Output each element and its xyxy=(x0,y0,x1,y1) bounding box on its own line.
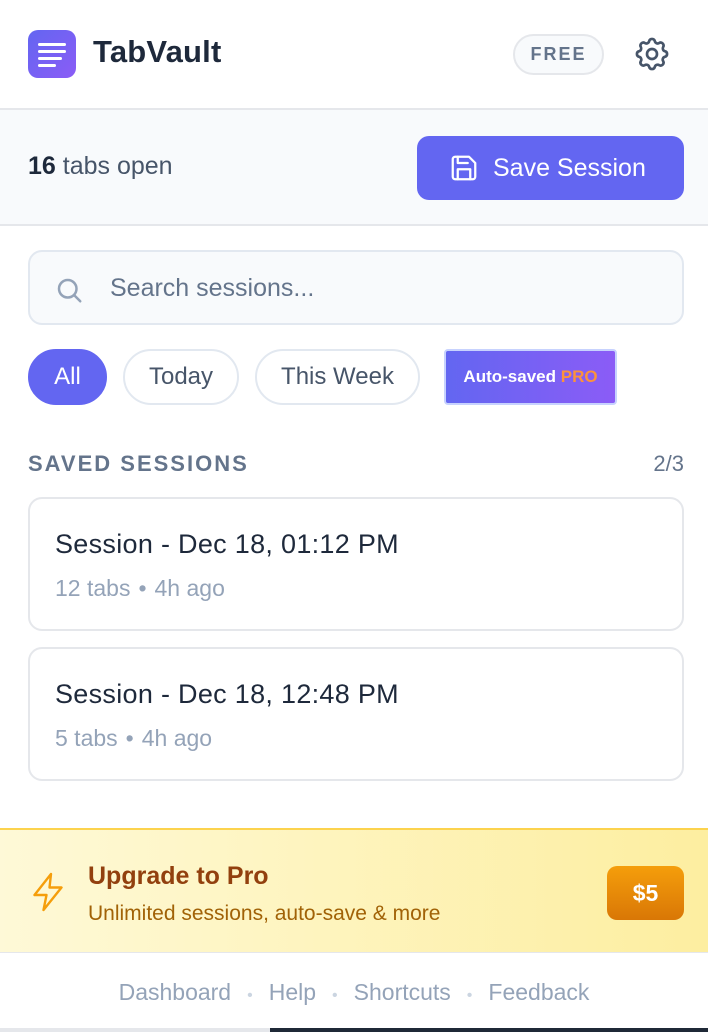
filter-this-week[interactable]: This Week xyxy=(255,349,420,405)
filter-auto-saved-label: Auto-saved xyxy=(463,367,556,386)
footer-separator: • xyxy=(466,987,473,1004)
tab-count-suffix: tabs open xyxy=(55,152,173,180)
horizontal-scrollbar[interactable] xyxy=(0,1028,708,1032)
save-session-label: Save Session xyxy=(493,154,646,182)
pro-badge: PRO xyxy=(560,367,598,386)
upgrade-title: Upgrade to Pro xyxy=(88,862,269,890)
search-icon xyxy=(57,278,82,303)
list-logo-icon xyxy=(28,30,76,78)
footer-link-shortcuts[interactable]: Shortcuts xyxy=(354,979,451,1005)
filter-today[interactable]: Today xyxy=(123,349,239,405)
upgrade-banner[interactable]: Upgrade to Pro Unlimited sessions, auto-… xyxy=(0,828,708,952)
session-meta: 5 tabs • 4h ago xyxy=(55,725,212,752)
upgrade-subtitle: Unlimited sessions, auto-save & more xyxy=(88,902,441,925)
save-session-button[interactable]: Save Session xyxy=(417,136,684,200)
floppy-disk-icon xyxy=(451,155,477,181)
session-title: Session - Dec 18, 01:12 PM xyxy=(55,529,399,559)
meta-separator: • xyxy=(125,725,134,751)
tab-count-text: 16 tabs open xyxy=(28,152,173,181)
app-title: TabVault xyxy=(93,34,222,69)
upgrade-price-button[interactable]: $5 xyxy=(607,866,684,920)
session-toolbar: 16 tabs open Save Session xyxy=(0,110,708,226)
footer-separator: • xyxy=(332,987,338,1004)
session-card[interactable]: Session - Dec 18, 01:12 PM 12 tabs • 4h ag… xyxy=(28,497,684,631)
session-title: Session - Dec 18, 12:48 PM xyxy=(55,679,399,709)
footer-separator: • xyxy=(247,987,253,1004)
session-card[interactable]: Session - Dec 18, 12:48 PM 5 tabs • 4h ago xyxy=(28,647,684,781)
meta-separator: • xyxy=(138,575,147,601)
section-title: SAVED SESSIONS xyxy=(28,451,249,476)
search-box xyxy=(28,250,684,325)
session-age: 4h ago xyxy=(154,575,225,601)
plan-badge: FREE xyxy=(513,34,604,75)
lightning-bolt-icon xyxy=(33,872,63,912)
footer: Dashboard • Help • Shortcuts • Feedback xyxy=(0,952,708,1032)
filter-auto-saved[interactable]: Auto-saved PRO xyxy=(444,349,617,405)
scrollbar-thumb[interactable] xyxy=(0,1028,270,1032)
session-tab-count: 12 tabs xyxy=(55,575,131,601)
filter-all[interactable]: All xyxy=(28,349,107,405)
tab-count-number: 16 xyxy=(28,152,56,180)
session-age: 4h ago xyxy=(141,725,213,751)
session-tab-count: 5 tabs xyxy=(55,725,118,751)
footer-link-help[interactable]: Help xyxy=(269,979,316,1005)
gear-icon[interactable] xyxy=(632,34,672,74)
footer-links: Dashboard • Help • Shortcuts • Feedback xyxy=(0,979,708,1006)
search-input[interactable] xyxy=(110,264,670,312)
footer-link-feedback[interactable]: Feedback xyxy=(488,979,589,1005)
session-meta: 12 tabs • 4h ago xyxy=(55,575,225,602)
session-count: 2/3 xyxy=(653,451,684,476)
header: TabVault FREE xyxy=(0,0,708,110)
footer-link-dashboard[interactable]: Dashboard xyxy=(119,979,232,1005)
